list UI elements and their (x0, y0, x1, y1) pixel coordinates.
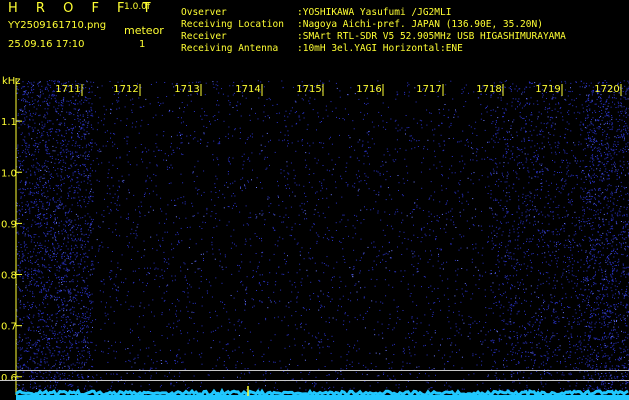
x-tick-label: 1711 (55, 84, 80, 95)
x-tick-label: 1716 (356, 84, 381, 95)
x-tick-label: 1715 (296, 84, 321, 95)
separator-line (0, 370, 629, 371)
y-tick-label: 0.8 (1, 271, 17, 282)
x-tick-label: 1720 (594, 84, 619, 95)
y-tick-label: 0.6 (1, 373, 17, 384)
y-tick-label: 0.9 (1, 219, 17, 230)
y-tick-label: 1.1 (1, 117, 17, 128)
x-tick-label: 1719 (535, 84, 560, 95)
x-tick-label: 1712 (113, 84, 138, 95)
x-tick-label: 1718 (476, 84, 501, 95)
spectrogram: 1711 1712 1713 1714 1715 1716 1717 1718 1719 1720… (0, 72, 629, 400)
spectrogram-background (0, 72, 629, 400)
signal-baseline (16, 395, 629, 400)
x-tick-label: 1713 (174, 84, 199, 95)
y-tick-label: 0.7 (1, 322, 17, 333)
separator-line (0, 380, 629, 381)
y-tick-label: 1.0 (1, 168, 17, 179)
x-tick-label: 1717 (416, 84, 441, 95)
x-tick-label: 1714 (235, 84, 260, 95)
y-axis-label: kHz (2, 76, 21, 87)
